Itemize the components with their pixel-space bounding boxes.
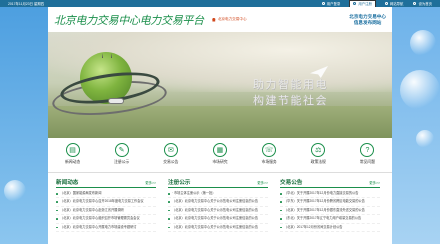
news-header: 新闻动态 更多>> (56, 178, 156, 188)
trade-header: 交易公告 更多>> (280, 178, 380, 188)
registration-title: 注册公示 (168, 180, 191, 186)
hero-banner[interactable]: 助力智能用电 构建节能社会 1 2 3 4 (48, 32, 392, 138)
registration-header: 注册公示 更多>> (168, 178, 268, 188)
registration-more-link[interactable]: 更多>> (257, 180, 268, 185)
quick-nav-label: 新闻动态 (64, 160, 81, 164)
clipboard-icon: ✎ (114, 143, 129, 157)
trade-more-link[interactable]: 更多>> (369, 180, 380, 185)
user-icon (321, 2, 325, 5)
chart-icon: ▦ (212, 143, 227, 157)
list-item[interactable]: （北京）北京电力交易中心赴浙江省开展调研 (56, 207, 156, 216)
news-column: 新闻动态 更多>> （北京）国家能源局发布新闻 （北京）北京电力交易中心召开20… (56, 178, 156, 233)
news-more-link[interactable]: 更多>> (145, 180, 156, 185)
news-title: 新闻动态 (56, 180, 79, 186)
list-item[interactable]: （北京）关于开展2017年12月份银东直流外送交易的公告 (280, 207, 380, 216)
site-nav-link[interactable]: 网站导航 (384, 1, 404, 6)
quick-nav-item-7[interactable]: ? 常见问题 (349, 140, 385, 172)
site-subtitle-line1: 北京电力交易中心 (349, 13, 386, 19)
announcement-icon: ✉ (163, 143, 178, 157)
home-link-label: 北京电力交易中心 (217, 17, 247, 21)
quick-nav-label: 政策法规 (310, 160, 326, 164)
site-nav-label: 网站导航 (389, 2, 404, 6)
quick-nav-label: 市场研究 (212, 160, 228, 164)
trade-list: （华北）关于开展2017年12月份电力直接交易的公告 （华东）关于开展2017年… (280, 190, 380, 233)
decorative-bubble (4, 180, 26, 202)
site-logo[interactable]: 北京电力交易中心电力交易平台 (54, 12, 204, 28)
nav-icon (384, 2, 388, 5)
registration-list: · 市场主体注册公示（第一批） （北京）北京电力交易中心关于公示售电公司注册信息… (168, 190, 268, 233)
main-content: ▤ 新闻动态 ✎ 注册公示 ✉ 交易公告 ▦ 市场研究 ☏ 市场服务 ⚖ 政策法规? 常见问题 新闻动态… (48, 138, 392, 244)
quick-nav-label: 交易公告 (163, 160, 179, 164)
set-homepage-link[interactable]: 设为首页 (413, 1, 432, 6)
list-item[interactable]: （北京）北京电力交易中心关于公示售电公司注册信息的公告 (168, 224, 268, 233)
site-subtitle: 北京电力交易中心 信息发布网站 (349, 14, 386, 26)
service-icon: ☏ (262, 143, 277, 157)
quick-nav-item-1[interactable]: ▤ 新闻动态 (55, 140, 91, 172)
user-add-icon (353, 2, 357, 5)
quick-nav-item-6[interactable]: ⚖ 政策法规 (300, 140, 336, 172)
quick-nav-item-4[interactable]: ▦ 市场研究 (202, 140, 238, 172)
current-date: 2017年11月23日 星期四 (8, 2, 45, 6)
quick-nav-label: 注册公示 (114, 160, 130, 164)
quick-nav-label: 市场服务 (261, 160, 277, 164)
news-list: （北京）国家能源局发布新闻 （北京）北京电力交易中心召开2018年度电力交易工作… (56, 190, 156, 233)
register-link[interactable]: 用户注册 (349, 0, 376, 8)
home-icon (211, 17, 216, 22)
trade-title: 交易公告 (280, 180, 303, 186)
electric-car-image (108, 98, 124, 104)
banner-slogan-line1: 助力智能用电 (253, 78, 328, 91)
quick-nav-item-5[interactable]: ☏ 市场服务 (251, 140, 287, 172)
list-item[interactable]: （东北）关于开展2017年辽宁电力用户增量交易的公告 (280, 215, 380, 224)
trade-column: 交易公告 更多>> （华北）关于开展2017年12月份电力直接交易的公告 （华东… (280, 178, 380, 233)
background-left (0, 7, 48, 244)
login-label: 用户登录 (326, 2, 341, 6)
login-link[interactable]: 用户登录 (321, 1, 341, 6)
site-subtitle-line2: 信息发布网站 (353, 19, 382, 25)
list-item[interactable]: （北京）国家能源局发布新闻 (56, 190, 156, 199)
quick-nav-label: 常见问题 (359, 160, 375, 164)
list-item[interactable]: （北京）北京电力交易中心关于公示售电公司注册信息的公告 (168, 215, 268, 224)
list-item[interactable]: （北京）北京电力交易中心组织召开市场管理委员会会议 (56, 215, 156, 224)
list-item[interactable]: （北京）北京电力交易中心关于公示售电公司注册信息的公告 (168, 207, 268, 216)
list-item[interactable]: （华东）关于开展2017年12月份跨省跨区电能交易的公告 (280, 198, 380, 207)
register-label: 用户注册 (358, 2, 372, 6)
banner-slogan-line2: 构建节能社会 (253, 94, 328, 107)
list-item[interactable]: （北京）北京电力交易中心召开2018年度电力交易工作会议 (56, 198, 156, 207)
list-item[interactable]: （北京）北京电力交易中心开展电力市场建设专题研讨 (56, 224, 156, 233)
decorative-bubble (410, 30, 436, 56)
site-header: 北京电力交易中心电力交易平台 北京电力交易中心 北京电力交易中心 信息发布网站 (48, 7, 392, 32)
home-link[interactable]: 北京电力交易中心 (211, 17, 247, 22)
law-icon: ⚖ (311, 143, 326, 157)
list-item[interactable]: （北京）北京电力交易中心关于公示售电公司注册信息的公告 (168, 198, 268, 207)
list-item[interactable]: （华北）关于开展2017年12月份电力直接交易的公告 (280, 190, 380, 199)
top-bar: 2017年11月23日 星期四 用户登录 用户注册 网站导航 设为首页 (0, 0, 440, 8)
quick-nav: ▤ 新闻动态 ✎ 注册公示 ✉ 交易公告 ▦ 市场研究 ☏ 市场服务 ⚖ 政策法规? 常见问题 (48, 140, 392, 173)
newspaper-icon: ▤ (65, 143, 80, 157)
question-icon: ? (360, 143, 375, 157)
decorative-bubble (416, 130, 434, 148)
decorative-bubble (400, 70, 440, 110)
list-item[interactable]: （北京）2017年12月份省间交易计划公告 (280, 224, 380, 233)
registration-column: 注册公示 更多>> · 市场主体注册公示（第一批） （北京）北京电力交易中心关于… (168, 178, 268, 233)
list-item[interactable]: · 市场主体注册公示（第一批） (168, 190, 268, 199)
home-icon (413, 2, 417, 5)
set-homepage-label: 设为首页 (418, 2, 432, 6)
quick-nav-item-2[interactable]: ✎ 注册公示 (104, 140, 140, 172)
quick-nav-item-3[interactable]: ✉ 交易公告 (153, 140, 189, 172)
